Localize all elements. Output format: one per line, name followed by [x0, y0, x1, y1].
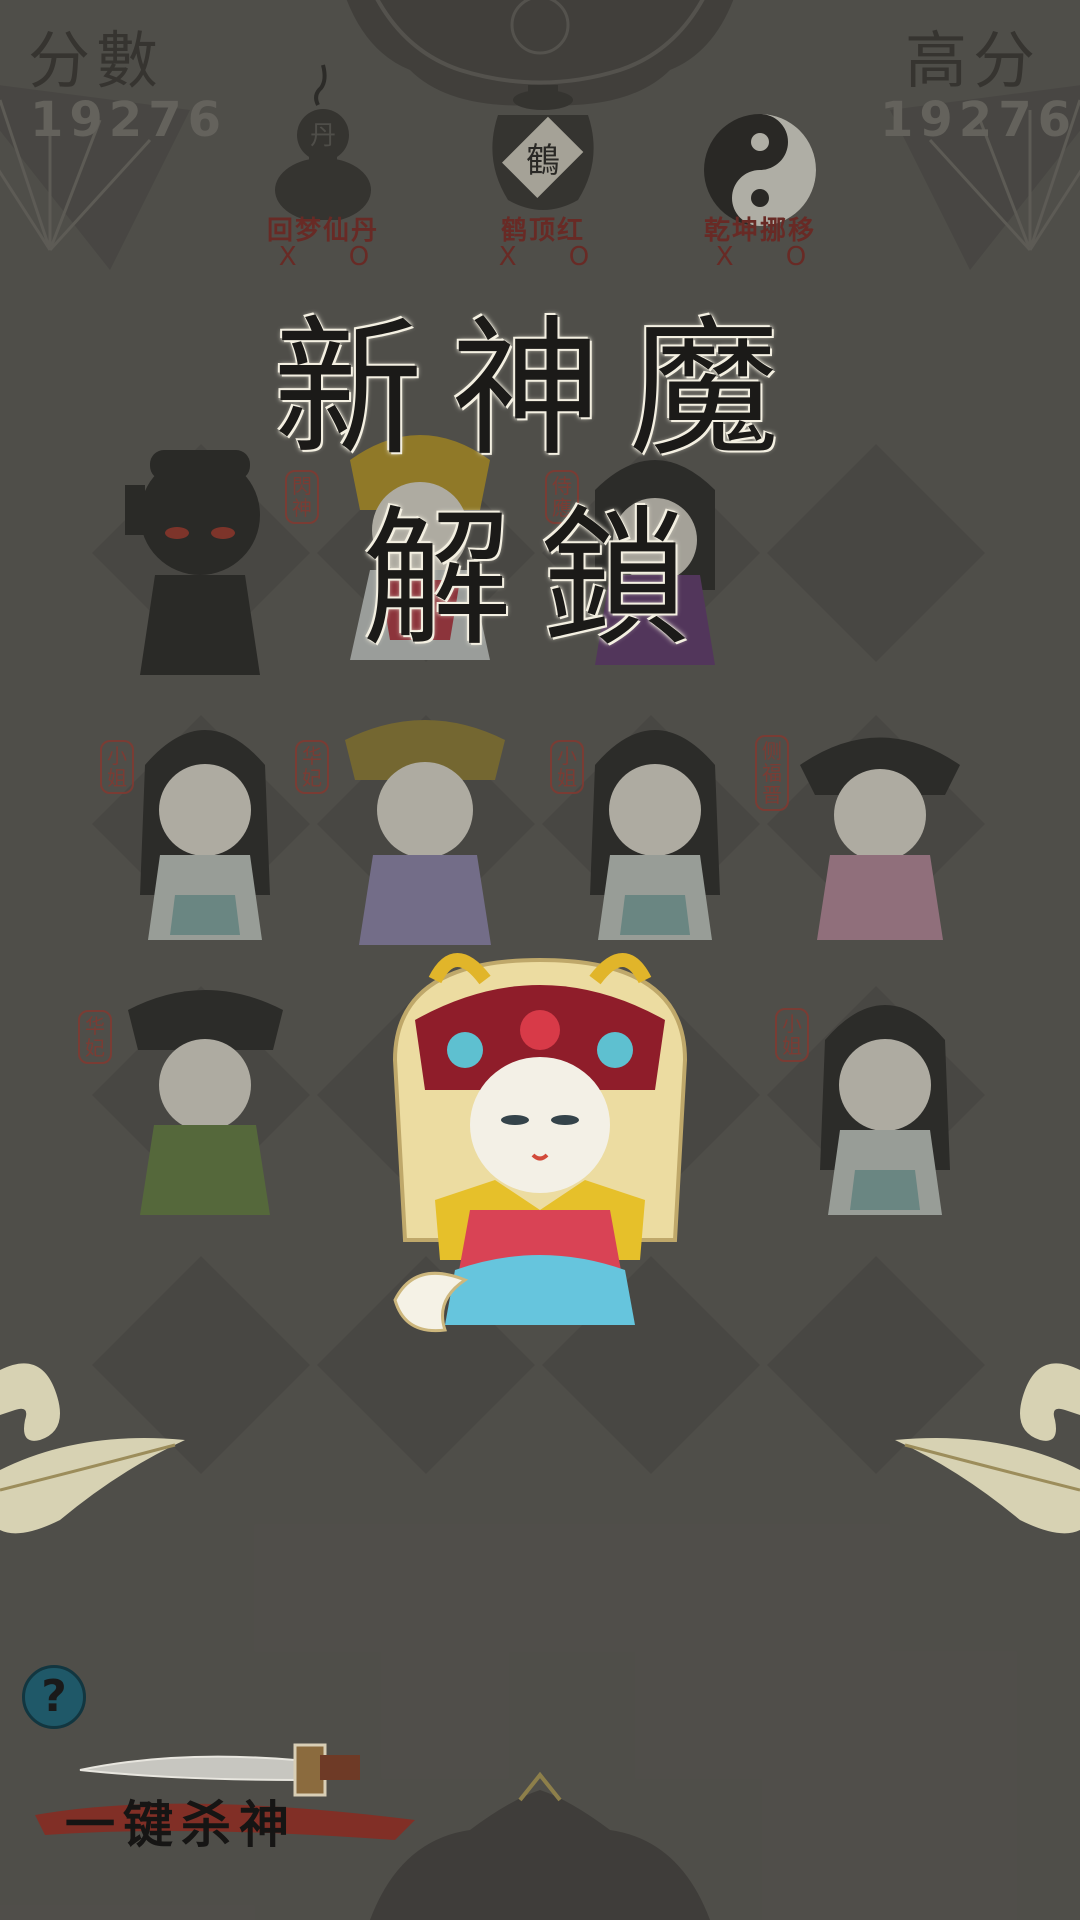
unlock-title-line2: 解鎖	[361, 493, 718, 667]
unlock-title-line1: 新神魔	[272, 303, 807, 477]
rank-seal: 小姐	[550, 740, 584, 794]
powerup-poison-jar[interactable]: 鶴 鹤顶红 X O	[443, 60, 643, 280]
rank-seal: 小姐	[100, 740, 134, 794]
powerup-gourd-count: X O	[278, 242, 392, 272]
powerup-gourd[interactable]: 丹 回梦仙丹 X O	[223, 60, 423, 280]
powerup-yin-yang[interactable]: 乾坤挪移 X O	[660, 60, 860, 280]
consort-hua-piece[interactable]	[335, 700, 515, 950]
side-consort-piece[interactable]	[795, 705, 965, 945]
young-lady-piece[interactable]	[810, 980, 960, 1220]
right-cloud-decoration	[895, 1363, 1080, 1534]
young-lady-piece[interactable]	[580, 705, 730, 945]
help-button[interactable]: ?	[22, 1665, 86, 1729]
rank-seal: 侧福晋	[755, 735, 789, 811]
high-score-value: 19276	[880, 92, 1077, 148]
poison-jar-icon: 鶴	[492, 85, 594, 210]
rank-seal: 华妃	[78, 1010, 112, 1064]
consort-hua-piece[interactable]	[118, 970, 293, 1220]
rank-seal: 小姐	[775, 1008, 809, 1062]
rank-seal: 閃神	[285, 470, 319, 524]
unlocked-goddess-character	[392, 953, 688, 1333]
powerup-poison-jar-count: X O	[498, 242, 612, 272]
left-cloud-decoration	[0, 1363, 185, 1534]
score-value: 19276	[30, 92, 227, 148]
rank-seal: 华妃	[295, 740, 329, 794]
help-icon: ?	[41, 1671, 67, 1722]
svg-text:鶴: 鶴	[526, 141, 560, 181]
gourd-icon: 丹	[275, 64, 371, 220]
kill-all-button[interactable]: 一键杀神	[25, 1730, 425, 1854]
svg-text:丹: 丹	[310, 121, 336, 151]
score-label: 分數	[28, 24, 165, 97]
young-lady-piece[interactable]	[130, 705, 280, 945]
powerup-yin-yang-count: X O	[715, 242, 829, 272]
high-score-label: 高分	[905, 24, 1042, 97]
kill-all-label: 一键杀神	[65, 1795, 297, 1854]
